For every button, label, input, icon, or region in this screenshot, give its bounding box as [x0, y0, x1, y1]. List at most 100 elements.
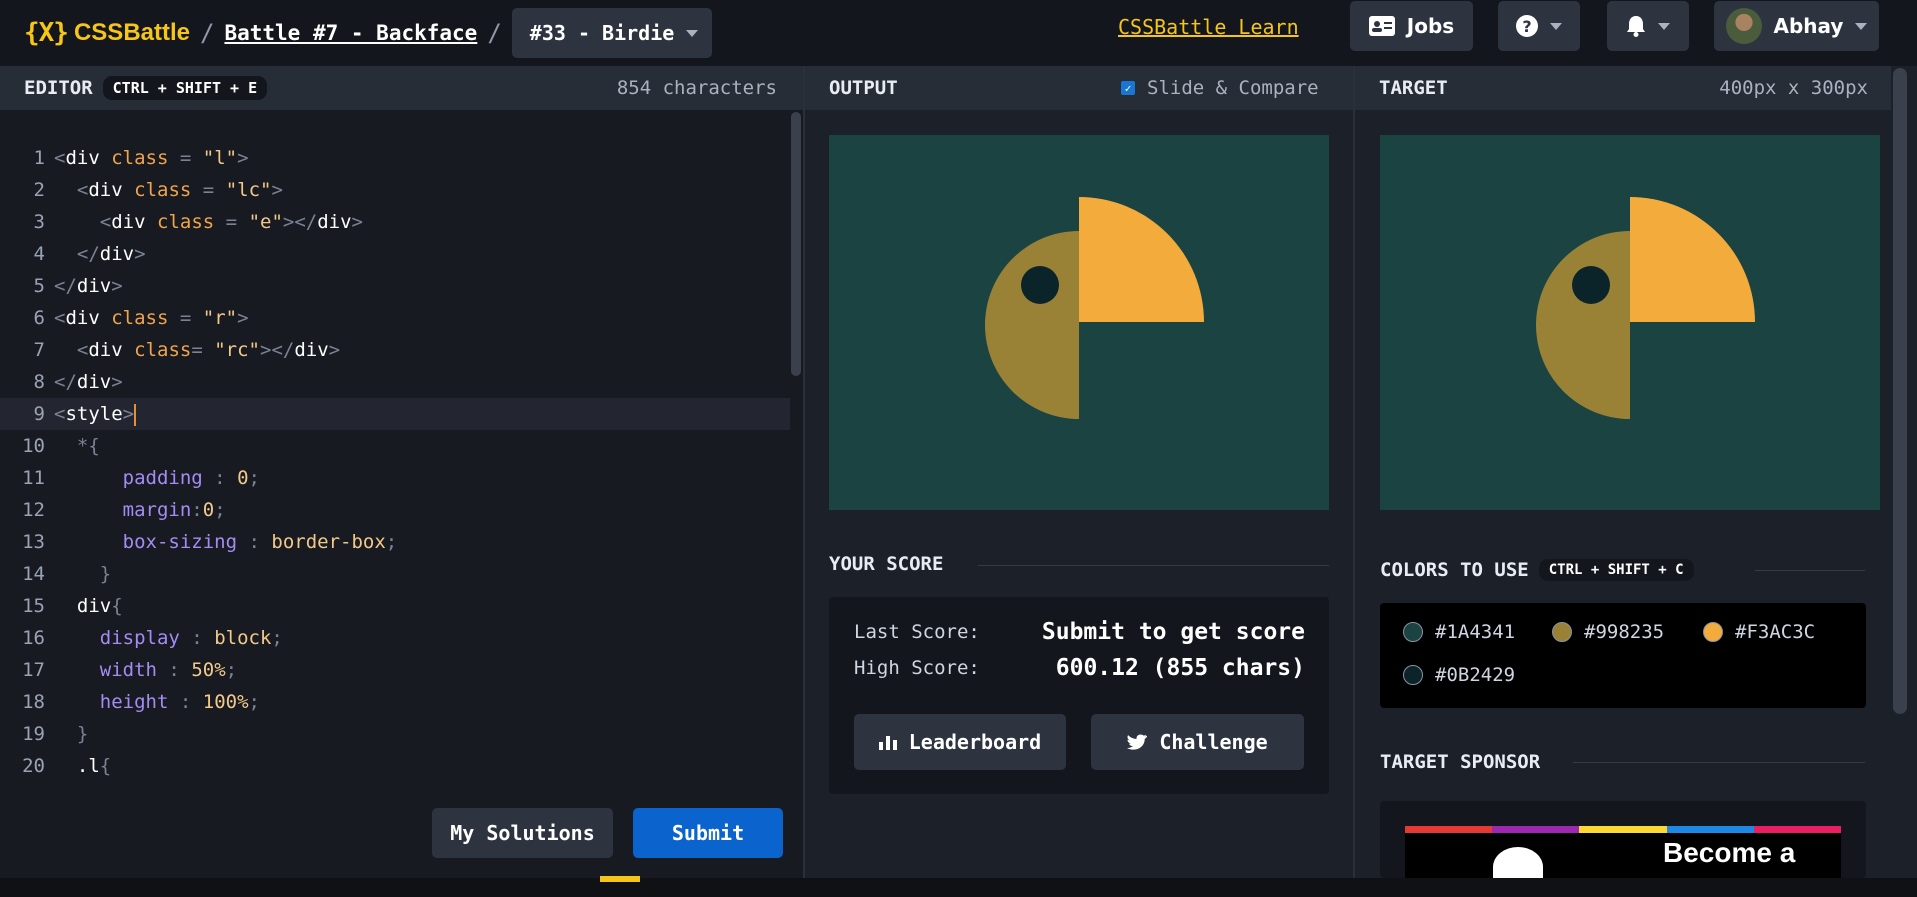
- code-line[interactable]: 1 <div class = "l">: [0, 142, 790, 174]
- color-swatch[interactable]: #1A4341: [1403, 621, 1515, 643]
- line-content: display : block;: [99, 627, 283, 649]
- code-line[interactable]: 6 <div class = "r">: [0, 302, 790, 334]
- line-content: }: [99, 563, 112, 585]
- code-line[interactable]: 12 margin:0;: [0, 494, 790, 526]
- line-number: 10: [22, 435, 45, 457]
- my-solutions-button[interactable]: My Solutions: [432, 808, 613, 858]
- code-line[interactable]: 13 box-sizing : border-box;: [0, 526, 790, 558]
- color-swatch[interactable]: #0B2429: [1403, 664, 1515, 686]
- line-number: 1: [33, 147, 45, 169]
- target-header: TARGET 400px x 300px: [1355, 66, 1891, 110]
- code-lines[interactable]: 1 <div class = "l"> 2 <div class = "lc"> …: [0, 142, 790, 782]
- panel-divider[interactable]: [803, 66, 805, 878]
- line-content: </div>: [54, 371, 123, 393]
- code-line[interactable]: 10 *{: [0, 430, 790, 462]
- left-half-circle: [985, 231, 1079, 419]
- divider: [978, 565, 1329, 566]
- battle-title-link[interactable]: Battle #7 - Backface: [224, 21, 477, 45]
- target-sponsor-title: TARGET SPONSOR: [1380, 751, 1541, 773]
- color-hex: #1A4341: [1435, 621, 1516, 643]
- code-line[interactable]: 11 padding : 0;: [0, 462, 790, 494]
- divider: [1573, 762, 1865, 763]
- code-line[interactable]: 8 </div>: [0, 366, 790, 398]
- line-number: 19: [22, 723, 45, 745]
- bar-chart-icon: [878, 736, 897, 750]
- line-number: 2: [33, 179, 45, 201]
- divider: [1755, 570, 1865, 571]
- slide-compare-label: Slide & Compare: [1147, 77, 1319, 99]
- code-line[interactable]: 5 </div>: [0, 270, 790, 302]
- line-content: <style>: [54, 403, 137, 426]
- line-number: 12: [22, 499, 45, 521]
- panel-divider[interactable]: [1353, 66, 1355, 878]
- colors-shortcut-badge: CTRL + SHIFT + C: [1538, 559, 1694, 581]
- submit-button[interactable]: Submit: [633, 808, 783, 858]
- chevron-down-icon: [686, 29, 699, 37]
- line-number: 13: [22, 531, 45, 553]
- rainbow-stripe: [1405, 826, 1842, 833]
- line-content: height : 100%;: [99, 691, 260, 713]
- code-line[interactable]: 14 }: [0, 558, 790, 590]
- color-swatch[interactable]: #F3AC3C: [1703, 621, 1815, 643]
- text-cursor: [134, 403, 137, 426]
- logo-text: CSSBattle: [73, 19, 190, 46]
- code-line[interactable]: 17 width : 50%;: [0, 654, 790, 686]
- line-content: </div>: [54, 275, 123, 297]
- line-content: }: [76, 723, 89, 745]
- code-line-active[interactable]: 9 <style>: [0, 398, 790, 430]
- code-line[interactable]: 18 height : 100%;: [0, 686, 790, 718]
- line-number: 7: [33, 339, 45, 361]
- color-palette: #1A4341 #998235 #F3AC3C #0B2429: [1380, 603, 1866, 708]
- line-content: .l{: [76, 755, 112, 777]
- jobs-button[interactable]: Jobs: [1350, 1, 1473, 51]
- chevron-down-icon: [1658, 22, 1670, 30]
- editor-scrollbar[interactable]: [791, 112, 801, 376]
- line-number: 4: [33, 243, 45, 265]
- sponsor-headline: Become a: [1663, 837, 1796, 868]
- target-title: TARGET: [1379, 77, 1448, 99]
- line-number: 15: [22, 595, 45, 617]
- quarter-circle: [1630, 197, 1755, 322]
- code-line[interactable]: 4 </div>: [0, 238, 790, 270]
- sponsor-banner[interactable]: Become a: [1380, 801, 1866, 878]
- avatar: [1725, 8, 1762, 44]
- challenge-button[interactable]: Challenge: [1091, 714, 1304, 770]
- line-number: 17: [22, 659, 45, 681]
- color-dot: [1703, 622, 1723, 642]
- high-score-value: 600.12 (855 chars): [1055, 655, 1305, 681]
- line-number: 20: [22, 755, 45, 777]
- eye-circle: [1572, 266, 1610, 304]
- learn-link[interactable]: CSSBattle Learn: [1118, 15, 1299, 39]
- cssbattle-logo[interactable]: {X} CSSBattle: [24, 18, 190, 48]
- color-swatch[interactable]: #998235: [1552, 621, 1664, 643]
- bell-icon: [1627, 16, 1645, 37]
- line-content: margin:0;: [122, 499, 226, 521]
- target-dimensions: 400px x 300px: [1719, 77, 1868, 99]
- code-line[interactable]: 15 div{: [0, 590, 790, 622]
- line-number: 18: [22, 691, 45, 713]
- help-menu-button[interactable]: ?: [1498, 1, 1580, 51]
- user-menu-button[interactable]: Abhay: [1714, 1, 1879, 51]
- target-selector-dropdown[interactable]: #33 - Birdie: [511, 8, 713, 58]
- notifications-button[interactable]: [1607, 1, 1689, 51]
- sponsor-logo-icon: [1493, 847, 1543, 878]
- quarter-circle: [1079, 197, 1204, 322]
- code-line[interactable]: 20 .l{: [0, 750, 790, 782]
- checkbox-checked-icon[interactable]: ✓: [1121, 81, 1135, 95]
- output-preview[interactable]: [829, 135, 1329, 510]
- target-preview[interactable]: [1380, 135, 1880, 510]
- code-line[interactable]: 19 }: [0, 718, 790, 750]
- code-line[interactable]: 16 display : block;: [0, 622, 790, 654]
- your-score-title: YOUR SCORE: [829, 553, 944, 575]
- code-line[interactable]: 7 <div class= "rc"></div>: [0, 334, 790, 366]
- footer-accent: [600, 876, 640, 882]
- character-count: 854 characters: [616, 77, 777, 99]
- page-scrollbar-thumb[interactable]: [1893, 68, 1907, 714]
- target-selector-label: #33 - Birdie: [529, 21, 675, 45]
- editor-shortcut-badge: CTRL + SHIFT + E: [102, 76, 268, 100]
- code-editor[interactable]: 1 <div class = "l"> 2 <div class = "lc"> …: [0, 110, 803, 878]
- slide-compare-toggle[interactable]: ✓ Slide & Compare: [1121, 77, 1319, 99]
- code-line[interactable]: 3 <div class = "e"></div>: [0, 206, 790, 238]
- leaderboard-button[interactable]: Leaderboard: [854, 714, 1066, 770]
- code-line[interactable]: 2 <div class = "lc">: [0, 174, 790, 206]
